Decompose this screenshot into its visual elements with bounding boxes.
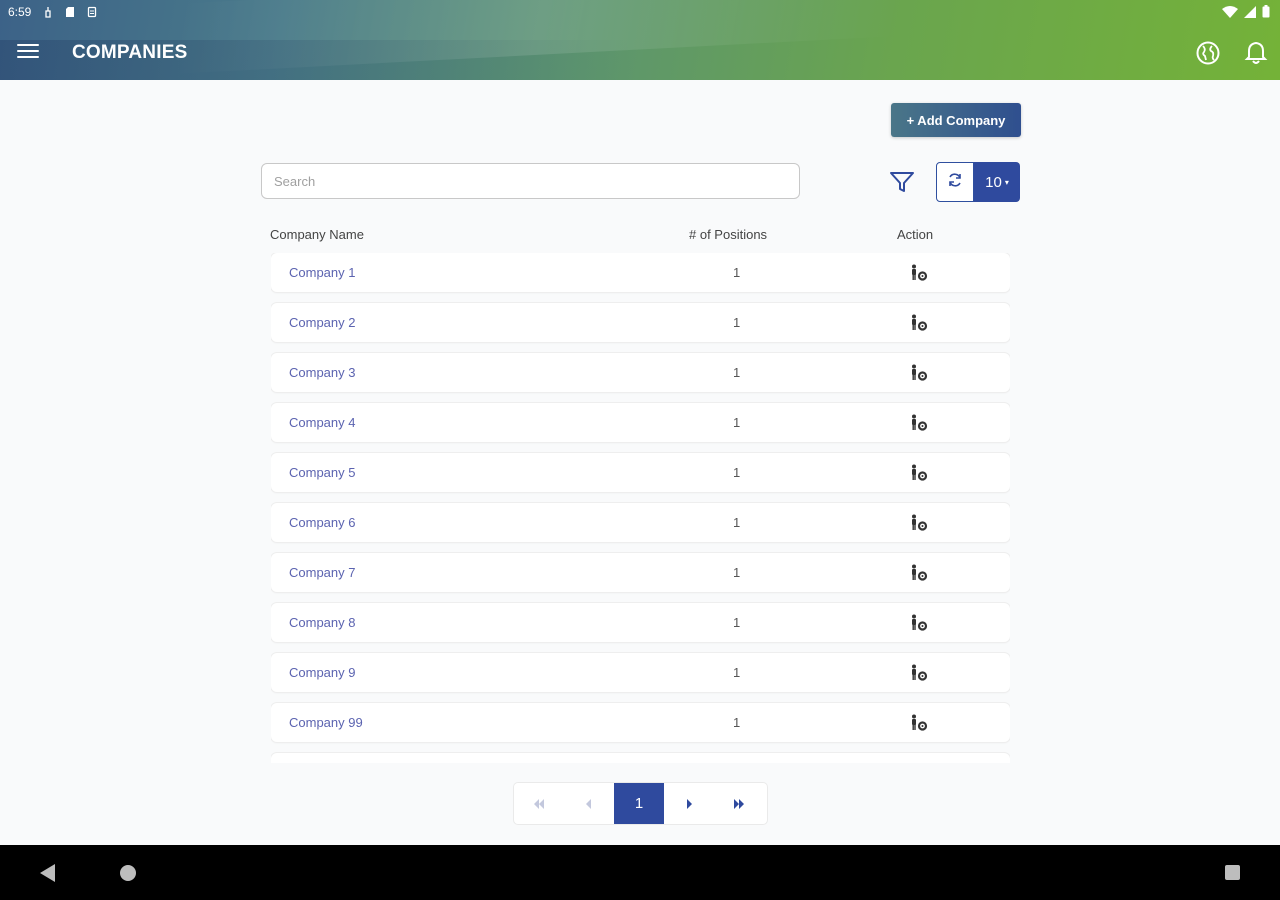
app-bar: COMPANIES [0,24,1280,80]
company-name-link[interactable]: Company 3 [289,365,355,380]
table-row: Company 2 1 [271,303,1010,342]
status-time: 6:59 [8,5,32,19]
table-row: Company 8 1 [271,603,1010,642]
table-row: Company 5 1 [271,453,1010,492]
positions-count: 1 [733,515,741,530]
refresh-button[interactable] [936,162,974,202]
add-company-button[interactable]: + Add Company [891,103,1021,137]
refresh-icon [947,172,963,193]
company-name-link[interactable]: Company 6 [289,515,355,530]
status-right-icons [1222,5,1270,21]
back-icon[interactable] [40,864,56,882]
column-header-company-name: Company Name [270,227,364,242]
positions-count: 1 [733,315,741,330]
positions-count: 1 [733,365,741,380]
table-row: Company 4 1 [271,403,1010,442]
positions-count: 1 [733,615,741,630]
first-page-button[interactable] [514,783,564,824]
positions-count: 1 [733,565,741,580]
app-header: 6:59 COMPANIES [0,0,1280,80]
table-row: Company 7 1 [271,553,1010,592]
company-list: Company 1 1 Company 2 1 Company 3 1 Comp… [271,253,1010,763]
globe-icon[interactable] [1195,40,1221,66]
next-page-button[interactable] [664,783,714,824]
user-settings-icon[interactable] [909,413,931,433]
user-settings-icon[interactable] [909,563,931,583]
last-page-button[interactable] [714,783,764,824]
positions-count: 1 [733,715,741,730]
company-name-link[interactable]: Company 99 [289,715,363,730]
recents-icon[interactable] [1225,865,1240,880]
bell-icon[interactable] [1244,40,1268,66]
positions-count: 1 [733,265,741,280]
company-name-link[interactable]: Company 2 [289,315,355,330]
table-row: Company 99 1 [271,703,1010,742]
user-settings-icon[interactable] [909,363,931,383]
company-name-link[interactable]: Company 7 [289,565,355,580]
table-row: Company 6 1 [271,503,1010,542]
user-settings-icon[interactable] [909,513,931,533]
menu-icon[interactable] [17,44,39,60]
chevron-down-icon: ▾ [1004,177,1009,187]
company-name-link[interactable]: Company 8 [289,615,355,630]
company-name-link[interactable]: Company 1 [289,265,355,280]
status-bar: 6:59 [0,0,1280,24]
page-title: COMPANIES [72,42,188,63]
table-row: Company 9 1 [271,653,1010,692]
company-name-link[interactable]: Company 5 [289,465,355,480]
positions-count: 1 [733,465,741,480]
cell-signal-icon [1244,5,1256,21]
column-header-action: Action [897,227,934,242]
user-settings-icon[interactable] [909,263,931,283]
filter-icon[interactable] [888,169,916,195]
user-settings-icon[interactable] [909,713,931,733]
battery-saver-icon [43,6,53,18]
prev-page-button[interactable] [564,783,614,824]
home-icon[interactable] [120,865,136,881]
search-input[interactable] [261,163,800,199]
positions-count: 1 [733,415,741,430]
storage-icon [87,6,97,18]
pagination: 1 [514,783,767,824]
user-settings-icon[interactable] [909,613,931,633]
company-name-link[interactable]: Company 9 [289,665,355,680]
page-number-button[interactable]: 1 [614,783,664,824]
positions-count: 1 [733,665,741,680]
wifi-icon [1222,5,1238,21]
user-settings-icon[interactable] [909,313,931,333]
table-row: Company 3 1 [271,353,1010,392]
company-name-link[interactable]: Company 4 [289,415,355,430]
system-nav-bar [0,845,1280,900]
table-row: Company 1 1 [271,253,1010,292]
page-size-dropdown[interactable]: 10 ▾ [974,162,1020,202]
sd-card-icon [65,6,75,18]
column-header-positions: # of Positions [689,227,768,242]
page-size-value: 10 [985,173,1002,191]
battery-icon [1262,5,1270,21]
table-row [271,753,1010,763]
user-settings-icon[interactable] [909,463,931,483]
user-settings-icon[interactable] [909,663,931,683]
